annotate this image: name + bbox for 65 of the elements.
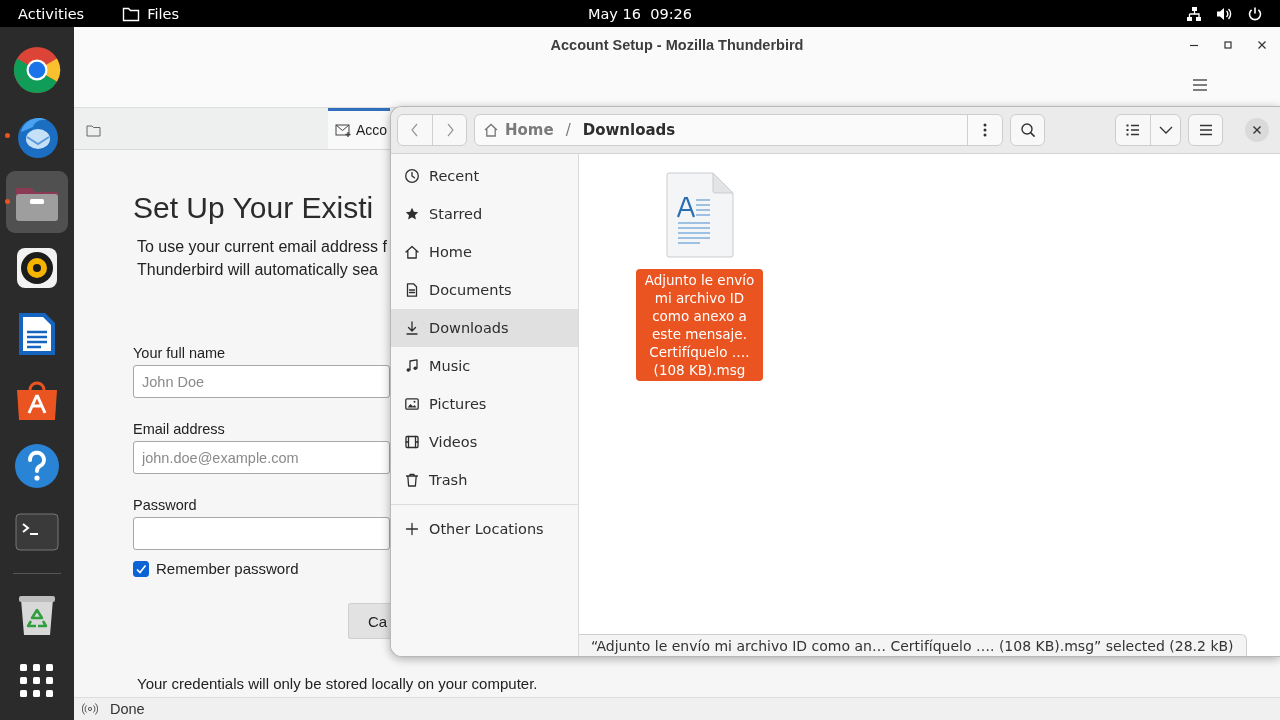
activities-button[interactable]: Activities — [18, 5, 85, 22]
app-menu[interactable]: Files — [147, 5, 179, 22]
status-text: Done — [110, 701, 145, 717]
search-button[interactable] — [1010, 114, 1045, 146]
sidebar-item[interactable]: Downloads — [391, 309, 578, 347]
footer-note: Your credentials will only be stored locally on your computer. — [137, 675, 538, 692]
document-icon — [404, 282, 420, 298]
sidebar-item[interactable]: Trash — [391, 461, 578, 499]
checkbox[interactable] — [133, 560, 149, 577]
file-name[interactable]: Adjunto le envío mi archivo ID como anexo a este mensaje. Certifíquelo …. (108 KB).msg — [636, 269, 763, 381]
close-button[interactable] — [1245, 118, 1269, 142]
trash-icon — [404, 472, 420, 488]
home-icon — [404, 244, 420, 260]
menu-icon — [1198, 124, 1213, 136]
film-icon — [404, 434, 420, 450]
folder-icon — [86, 123, 101, 137]
browser-icon[interactable] — [13, 46, 61, 94]
sidebar-item[interactable]: Home — [391, 233, 578, 271]
sidebar-item[interactable]: Music — [391, 347, 578, 385]
field-label: Password — [133, 497, 197, 513]
mail-icon — [335, 123, 352, 137]
music-note-icon — [404, 358, 420, 374]
search-icon — [1019, 122, 1036, 138]
intro-text: To use your current email address f — [137, 237, 387, 257]
input-field[interactable]: john.doe@example.com — [133, 441, 390, 474]
path-button[interactable]: Downloads — [582, 121, 676, 139]
help-icon[interactable] — [13, 442, 61, 490]
heading: Set Up Your Existi — [133, 190, 374, 226]
path-button[interactable]: Home — [505, 121, 554, 139]
list-view-icon — [1126, 124, 1140, 136]
field-label: Your full name — [133, 345, 226, 361]
clock[interactable]: May 16 09:26 — [587, 5, 692, 22]
menu-icon[interactable] — [1192, 78, 1208, 92]
path-separator: / — [564, 121, 572, 139]
home-icon — [483, 122, 499, 138]
image-icon — [404, 396, 420, 412]
clock-icon — [404, 168, 420, 184]
sidebar-item[interactable]: Other Locations — [391, 510, 578, 548]
folder-icon — [122, 5, 141, 22]
star-icon — [404, 206, 420, 222]
sidebar-item[interactable]: Starred — [391, 195, 578, 233]
input-field[interactable] — [133, 517, 390, 550]
checkbox-label: Remember password — [156, 560, 299, 577]
menu-button[interactable] — [1188, 114, 1223, 146]
chevron-down-icon — [1158, 126, 1173, 134]
intro-text: Thunderbird will automatically sea — [137, 260, 378, 280]
plus-icon — [404, 521, 420, 537]
volume-icon[interactable] — [1216, 5, 1233, 22]
cancel-button[interactable]: Ca — [348, 603, 390, 639]
tab[interactable]: Acco — [328, 108, 390, 149]
close-icon — [1252, 125, 1262, 135]
sidebar-item[interactable]: Documents — [391, 271, 578, 309]
chevron-left-icon — [410, 122, 420, 138]
broadcast-icon — [82, 702, 98, 716]
sidebar-item[interactable]: Pictures — [391, 385, 578, 423]
more-icon — [983, 123, 987, 137]
power-icon[interactable] — [1247, 5, 1263, 22]
sidebar-item[interactable]: Videos — [391, 423, 578, 461]
window-title: Account Setup - Mozilla Thunderbird — [550, 37, 804, 53]
sidebar-item[interactable]: Recent — [391, 157, 578, 195]
download-icon — [404, 320, 420, 336]
network-icon[interactable] — [1186, 5, 1202, 22]
field-label: Email address — [133, 421, 225, 437]
input-field[interactable]: John Doe — [133, 365, 390, 398]
status-text: “Adjunto le envío mi archivo ID como an… Certifíquelo …. (108 KB).msg” selected (28.2 kB) — [579, 634, 1247, 656]
